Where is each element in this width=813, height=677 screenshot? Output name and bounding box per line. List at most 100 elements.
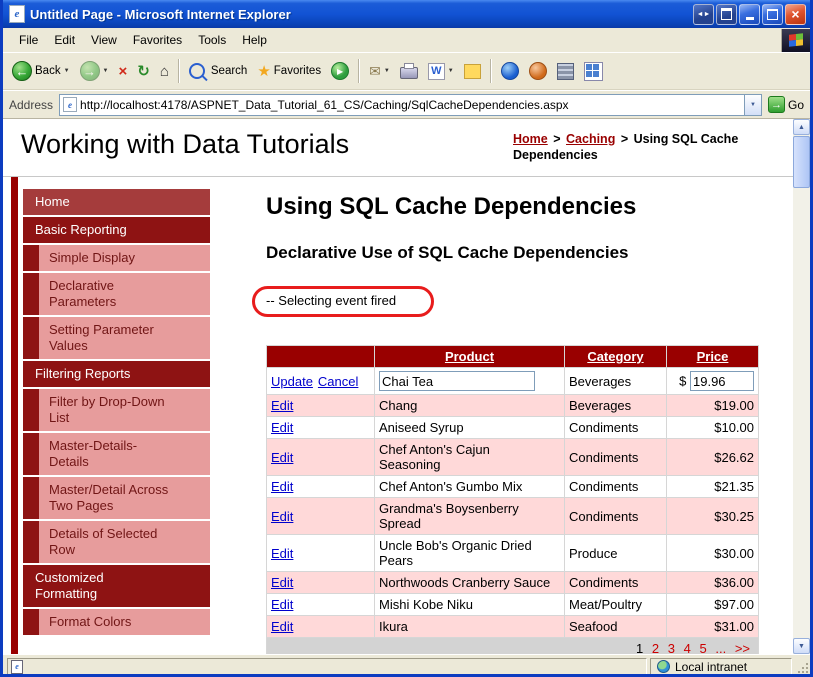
nav-indent — [23, 245, 39, 271]
go-button[interactable]: → Go — [767, 96, 804, 113]
menu-favorites[interactable]: Favorites — [125, 30, 190, 50]
pager-link-ellipsis[interactable]: ... — [715, 641, 726, 654]
scroll-thumb[interactable] — [793, 136, 810, 188]
grid-icon — [583, 61, 603, 81]
sidebar-item-basic-reporting[interactable]: Basic Reporting — [23, 217, 210, 243]
product-cell: Chef Anton's Gumbo Mix — [374, 475, 565, 498]
grid-header-category[interactable]: Category — [587, 349, 643, 364]
titlebar-window-button[interactable] — [716, 3, 737, 25]
back-button[interactable]: ← Back ▼ — [7, 59, 75, 83]
forward-button[interactable]: → ▼ — [75, 59, 114, 83]
favorites-button[interactable]: ★ Favorites — [252, 60, 326, 82]
vertical-scrollbar[interactable]: ▲ ▼ — [793, 119, 810, 654]
price-edit-input[interactable] — [690, 371, 754, 391]
sidebar-item-home[interactable]: Home — [23, 189, 210, 215]
edit-link[interactable]: Edit — [271, 619, 293, 634]
refresh-button[interactable]: ↻ — [132, 60, 155, 82]
address-dropdown-button[interactable]: ▼ — [743, 94, 761, 115]
pager-link-5[interactable]: 5 — [699, 641, 706, 654]
word-icon: W — [427, 62, 445, 80]
browser-viewport: Working with Data Tutorials Home > Cachi… — [3, 119, 810, 654]
breadcrumb-separator: > — [620, 132, 629, 146]
sidebar-item-details-of-selected-row[interactable]: Details of Selected Row — [39, 521, 210, 563]
sidebar-item-filter-by-dropdown-list[interactable]: Filter by Drop-Down List — [39, 389, 210, 431]
menu-file[interactable]: File — [11, 30, 46, 50]
sidebar-item-format-colors[interactable]: Format Colors — [39, 609, 210, 635]
building-button[interactable] — [552, 61, 579, 82]
edit-link[interactable]: Edit — [271, 546, 293, 561]
restore-button[interactable] — [762, 3, 783, 25]
close-button[interactable]: × — [785, 3, 806, 25]
resize-grip[interactable] — [795, 660, 808, 673]
minimize-button[interactable] — [739, 3, 760, 25]
menu-help[interactable]: Help — [234, 30, 275, 50]
edit-link[interactable]: Edit — [271, 575, 293, 590]
edit-cell: Edit — [266, 475, 375, 498]
pager-link-2[interactable]: 2 — [652, 641, 659, 654]
cancel-link[interactable]: Cancel — [318, 374, 358, 389]
sidebar-item-filtering-reports[interactable]: Filtering Reports — [23, 361, 210, 387]
titlebar-arrows-button[interactable]: ◄► — [693, 3, 714, 25]
print-button[interactable] — [395, 61, 423, 81]
price-cell: $36.00 — [666, 571, 759, 594]
back-dropdown-icon[interactable]: ▼ — [64, 68, 70, 74]
edit-link[interactable]: Edit — [271, 597, 293, 612]
nav-indent — [23, 433, 39, 475]
sidebar-nav: Home Basic Reporting Simple Display Decl… — [23, 177, 210, 637]
product-row: Edit Uncle Bob's Organic Dried Pears Pro… — [266, 534, 759, 572]
edit-cell: Edit — [266, 615, 375, 638]
address-input[interactable] — [80, 97, 744, 112]
home-icon: ⌂ — [159, 62, 169, 80]
edit-button[interactable]: W ▼ — [423, 61, 459, 82]
sidebar-item-setting-parameter-values[interactable]: Setting Parameter Values — [39, 317, 210, 359]
price-cell: $31.00 — [666, 615, 759, 638]
media-button[interactable]: ▶ — [326, 60, 354, 82]
pager-link-next[interactable]: >> — [735, 641, 750, 654]
menu-tools[interactable]: Tools — [190, 30, 234, 50]
product-cell: Chang — [374, 394, 565, 417]
edit-cell: Edit — [266, 394, 375, 417]
page-header: Working with Data Tutorials Home > Cachi… — [3, 119, 793, 177]
pager-link-3[interactable]: 3 — [668, 641, 675, 654]
layout-button[interactable] — [579, 60, 608, 83]
price-cell: $10.00 — [666, 416, 759, 439]
discuss-button[interactable] — [459, 62, 486, 81]
edit-link[interactable]: Edit — [271, 450, 293, 465]
grid-header-product[interactable]: Product — [445, 349, 494, 364]
sidebar-item-master-detail-across-two-pages[interactable]: Master/Detail Across Two Pages — [39, 477, 210, 519]
sidebar-item-customized-formatting[interactable]: Customized Formatting — [23, 565, 210, 607]
titlebar[interactable]: e Untitled Page - Microsoft Internet Exp… — [3, 0, 810, 28]
home-button[interactable]: ⌂ — [155, 61, 174, 82]
grid-pager-row: 1 2 3 4 5 ... >> — [266, 637, 759, 654]
grid-header-price[interactable]: Price — [697, 349, 729, 364]
sidebar-item-master-details-details[interactable]: Master-Details-Details — [39, 433, 210, 475]
mail-dropdown-icon[interactable]: ▼ — [384, 68, 390, 74]
product-edit-cell — [374, 367, 565, 395]
edit-dropdown-icon[interactable]: ▼ — [448, 68, 454, 74]
update-link[interactable]: Update — [271, 374, 313, 389]
search-button[interactable]: Search — [184, 61, 252, 81]
pager-link-4[interactable]: 4 — [684, 641, 691, 654]
breadcrumb-home-link[interactable]: Home — [513, 132, 548, 146]
breadcrumb-caching-link[interactable]: Caching — [566, 132, 615, 146]
research-button[interactable] — [524, 60, 552, 82]
edit-link[interactable]: Edit — [271, 509, 293, 524]
sidebar-item-simple-display[interactable]: Simple Display — [39, 245, 210, 271]
edit-link[interactable]: Edit — [271, 398, 293, 413]
menu-edit[interactable]: Edit — [46, 30, 83, 50]
messenger-button[interactable] — [496, 60, 524, 82]
products-grid: Product Category Price Update Cancel Beve… — [266, 345, 759, 654]
scroll-up-button[interactable]: ▲ — [793, 119, 810, 135]
forward-dropdown-icon[interactable]: ▼ — [103, 68, 109, 74]
scroll-down-button[interactable]: ▼ — [793, 638, 810, 654]
stop-button[interactable]: × — [113, 61, 132, 82]
edit-link[interactable]: Edit — [271, 420, 293, 435]
edit-link[interactable]: Edit — [271, 479, 293, 494]
toolbar-separator — [489, 59, 492, 83]
window-title: Untitled Page - Microsoft Internet Explo… — [30, 6, 291, 22]
sidebar-item-declarative-parameters[interactable]: Declarative Parameters — [39, 273, 210, 315]
product-edit-input[interactable] — [379, 371, 535, 391]
menu-view[interactable]: View — [83, 30, 125, 50]
status-pane: e — [7, 657, 647, 674]
mail-button[interactable]: ✉ ▼ — [364, 61, 395, 82]
